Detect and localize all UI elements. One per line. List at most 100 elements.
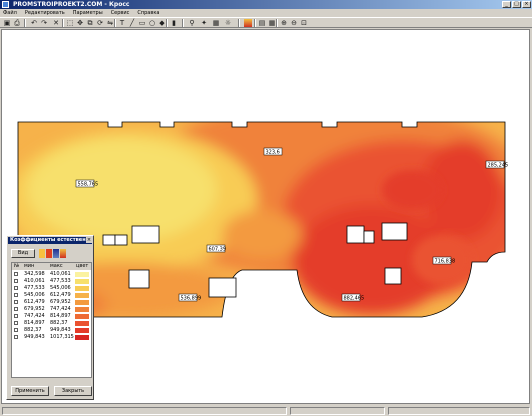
zone-icon[interactable]: ▦ <box>212 19 220 27</box>
range-max: 747,424 <box>50 306 71 312</box>
color-swatch[interactable] <box>75 314 89 319</box>
lamp-icon[interactable]: ✦ <box>200 19 208 27</box>
menu-bar: Файл Редактировать Параметры Сервис Спра… <box>0 9 532 17</box>
color-swatch[interactable] <box>75 272 89 277</box>
color-swatch[interactable] <box>75 300 89 305</box>
range-max: 882,37 <box>50 320 68 326</box>
legend-row[interactable]: 747,424 814,897 <box>12 313 91 320</box>
mirror-icon[interactable]: ⇋ <box>106 19 114 27</box>
pin-icon[interactable]: ⚲ <box>188 19 196 27</box>
color-swatch[interactable] <box>75 293 89 298</box>
palette-blue-icon[interactable] <box>53 249 59 258</box>
maximize-button[interactable]: □ <box>512 1 521 8</box>
text-icon[interactable]: T <box>118 19 126 27</box>
status-cell-coords <box>290 407 385 415</box>
legend-row[interactable]: 477,533 545,006 <box>12 285 91 292</box>
rect-icon[interactable]: ▭ <box>138 19 146 27</box>
svg-text:285,245: 285,245 <box>488 163 509 169</box>
save-icon[interactable]: ▣ <box>3 19 11 27</box>
svg-text:323,6: 323,6 <box>266 150 280 156</box>
select-icon[interactable]: ⬚ <box>66 19 74 27</box>
row-checkbox[interactable] <box>14 335 18 339</box>
apply-button[interactable]: Применить <box>11 386 49 396</box>
palette-yellow-icon[interactable] <box>39 249 45 258</box>
menu-help[interactable]: Справка <box>137 9 159 17</box>
rotate-icon[interactable]: ⟳ <box>96 19 104 27</box>
range-min: 612,479 <box>24 299 45 305</box>
row-checkbox[interactable] <box>14 279 18 283</box>
palette-gradient-icon[interactable] <box>60 249 66 258</box>
close-legend-button[interactable]: Закрыть <box>54 386 92 396</box>
undo-icon[interactable]: ↶ <box>30 19 38 27</box>
svg-text:716,838: 716,838 <box>435 259 456 265</box>
sun-icon[interactable]: ☼ <box>224 19 232 27</box>
value-label: 536,899 <box>178 293 202 302</box>
close-button[interactable]: × <box>522 1 531 8</box>
range-max: 545,006 <box>50 285 71 291</box>
range-min: 882,37 <box>24 327 42 333</box>
legend-close-icon[interactable]: × <box>86 237 92 243</box>
row-checkbox[interactable] <box>14 314 18 318</box>
line-icon[interactable]: ╱ <box>128 19 136 27</box>
zoom-in-icon[interactable]: ⊕ <box>280 19 288 27</box>
row-checkbox[interactable] <box>14 293 18 297</box>
legend-row[interactable]: 814,897 882,37 <box>12 320 91 327</box>
color-swatch[interactable] <box>75 328 89 333</box>
value-label: 285,245 <box>485 160 509 169</box>
color-map-icon[interactable] <box>244 19 252 27</box>
layers-icon[interactable]: ▤ <box>258 19 266 27</box>
row-checkbox[interactable] <box>14 272 18 276</box>
menu-edit[interactable]: Редактировать <box>25 9 65 17</box>
color-swatch[interactable] <box>75 335 89 340</box>
color-swatch[interactable] <box>75 307 89 312</box>
legend-row[interactable]: 882,37 949,843 <box>12 327 91 334</box>
svg-text:607,39: 607,39 <box>209 247 227 253</box>
copy-icon[interactable]: ⧉ <box>86 19 94 27</box>
redo-icon[interactable]: ↷ <box>40 19 48 27</box>
toolbar: ▣ ⎙ ↶ ↷ ✕ ⬚ ✥ ⧉ ⟳ ⇋ T ╱ ▭ ○ ◆ ▮ ⚲ ✦ ▦ ☼ ▤ ▦ ⊕ ⊖ ⊡ <box>0 17 532 28</box>
svg-text:536,899: 536,899 <box>181 296 202 302</box>
color-swatch[interactable] <box>75 286 89 291</box>
range-max: 814,897 <box>50 313 71 319</box>
view-button[interactable]: Вид <box>11 249 35 258</box>
delete-icon[interactable]: ✕ <box>52 19 60 27</box>
svg-text:558,765: 558,765 <box>78 182 99 188</box>
range-min: 747,424 <box>24 313 45 319</box>
range-min: 410,061 <box>24 278 45 284</box>
color-swatch[interactable] <box>75 279 89 284</box>
zoom-out-icon[interactable]: ⊖ <box>290 19 298 27</box>
node-icon[interactable]: ◆ <box>158 19 166 27</box>
window-title: PROMSTROIPROEKT2.COM - Кросс <box>13 1 130 8</box>
row-checkbox[interactable] <box>14 286 18 290</box>
color-swatch[interactable] <box>75 321 89 326</box>
menu-parameters[interactable]: Параметры <box>73 9 103 17</box>
column-icon[interactable]: ▮ <box>170 19 178 27</box>
zoom-fit-icon[interactable]: ⊡ <box>300 19 308 27</box>
range-max: 410,061 <box>50 271 71 277</box>
menu-service[interactable]: Сервис <box>111 9 130 17</box>
status-cell-info <box>388 407 530 415</box>
palette-red-icon[interactable] <box>46 249 52 258</box>
legend-row[interactable]: 612,479 679,952 <box>12 299 91 306</box>
legend-row[interactable]: 342,598 410,061 <box>12 271 91 278</box>
legend-row[interactable]: 545,006 612,479 <box>12 292 91 299</box>
circle-icon[interactable]: ○ <box>148 19 156 27</box>
legend-row[interactable]: 949,843 1017,315 <box>12 334 91 341</box>
row-checkbox[interactable] <box>14 321 18 325</box>
range-max: 612,479 <box>50 292 71 298</box>
row-checkbox[interactable] <box>14 300 18 304</box>
legend-panel: Коэффициенты естественного освещения × В… <box>6 235 94 400</box>
value-label: 607,39 <box>206 244 227 253</box>
minimize-button[interactable]: _ <box>502 1 511 8</box>
legend-row[interactable]: 679,952 747,424 <box>12 306 91 313</box>
app-icon <box>2 1 9 8</box>
grid-icon[interactable]: ▦ <box>268 19 276 27</box>
print-icon[interactable]: ⎙ <box>13 19 21 27</box>
range-min: 949,843 <box>24 334 45 340</box>
row-checkbox[interactable] <box>14 328 18 332</box>
range-min: 545,006 <box>24 292 45 298</box>
legend-row[interactable]: 410,061 477,533 <box>12 278 91 285</box>
menu-file[interactable]: Файл <box>3 9 17 17</box>
move-icon[interactable]: ✥ <box>76 19 84 27</box>
row-checkbox[interactable] <box>14 307 18 311</box>
